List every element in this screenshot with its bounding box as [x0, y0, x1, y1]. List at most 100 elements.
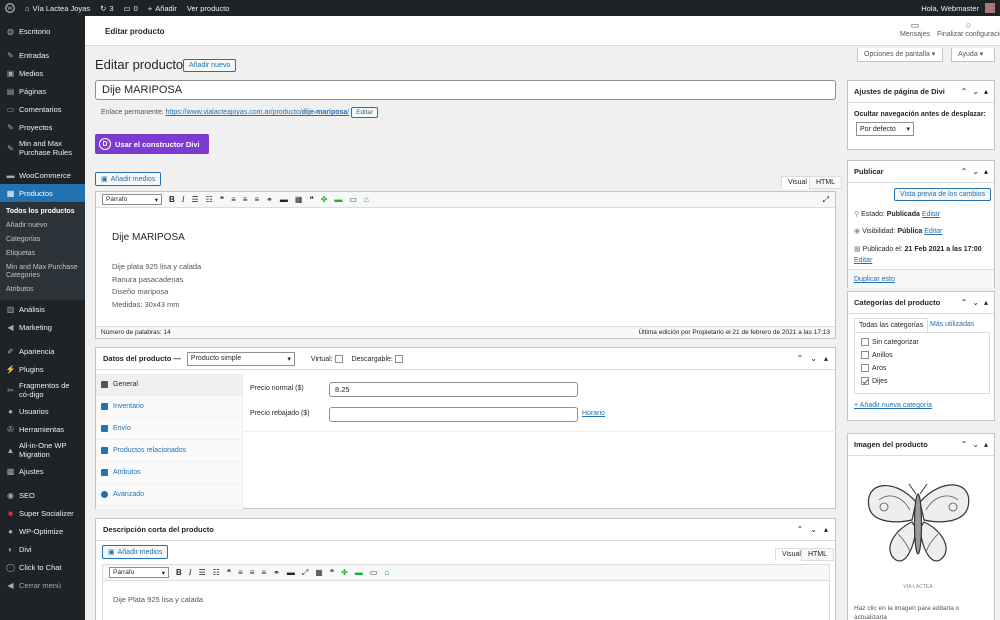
lock-icon[interactable]: ⌂: [384, 568, 389, 577]
sidebar-item-medios[interactable]: ▣ Medios: [0, 64, 85, 82]
tab-avanzado[interactable]: Avanzado: [96, 484, 242, 506]
preview-changes-button[interactable]: Vista previa de los cambios: [894, 188, 992, 201]
divi-builder-button[interactable]: D Usar el constructor Divi: [95, 134, 209, 154]
virtual-checkbox[interactable]: Virtual:: [311, 354, 346, 363]
readmore-icon[interactable]: ▬: [287, 568, 295, 577]
published-edit-link[interactable]: Editar: [854, 257, 872, 264]
quote-icon[interactable]: ❝: [220, 195, 224, 204]
add-media-button[interactable]: ▣ Añadir medios: [95, 172, 162, 186]
sidebar-item-escritorio[interactable]: ◍ Escritorio: [0, 22, 85, 40]
sidebar-item-seo[interactable]: ◉ SEO: [0, 486, 85, 504]
category-item[interactable]: Dijes: [861, 375, 983, 388]
align-right-icon[interactable]: ≡: [261, 568, 266, 577]
product-type-select[interactable]: Producto simple ▾: [186, 351, 295, 366]
sidebar-item-migration[interactable]: ▲ All-in-One WP Migration: [0, 438, 85, 462]
tab-envio[interactable]: Envío: [96, 418, 242, 440]
checkbox[interactable]: [861, 364, 869, 373]
permalink-edit-button[interactable]: Editar: [351, 107, 379, 118]
submenu-item[interactable]: Categorías: [0, 233, 85, 247]
bullet-list-icon[interactable]: ☰: [198, 568, 205, 577]
chevron-down-icon[interactable]: ⌄: [810, 525, 817, 534]
sidebar-item-entradas[interactable]: ✎ Entradas: [0, 46, 85, 64]
chevron-down-icon[interactable]: ⌄: [972, 87, 979, 96]
sidebar-item-apariencia[interactable]: ✐ Apariencia: [0, 342, 85, 360]
checkbox[interactable]: [334, 354, 343, 363]
status-edit-link[interactable]: Editar: [922, 211, 940, 218]
tab-relacionados[interactable]: Productos relacionados: [96, 440, 242, 462]
chevron-up-icon[interactable]: ⌃: [961, 298, 968, 307]
italic-icon[interactable]: I: [182, 195, 185, 204]
sidebar-item-marketing[interactable]: ◀ Marketing: [0, 318, 85, 336]
sidebar-item-divi[interactable]: ◐ Divi: [0, 540, 85, 558]
sidebar-item-proyectos[interactable]: ✎ Proyectos: [0, 118, 85, 136]
messages-button[interactable]: ▭ Mensajes: [900, 20, 930, 38]
align-right-icon[interactable]: ≡: [254, 195, 259, 204]
site-name-link[interactable]: ⌂ Vía Lactea Joyas: [20, 0, 95, 16]
checkbox[interactable]: [861, 351, 869, 360]
toolbar-toggle-icon[interactable]: ▦: [295, 195, 303, 204]
collapse-menu-button[interactable]: ◀ Cerrar menú: [0, 576, 85, 594]
chevron-up-icon[interactable]: ⌃: [797, 525, 804, 534]
submenu-item[interactable]: Añadir nuevo: [0, 219, 85, 233]
account-menu[interactable]: Hola, Webmaster: [916, 0, 1000, 16]
fullscreen-icon[interactable]: ⤢: [823, 195, 829, 205]
product-image[interactable]: VIA-LACTEA: [854, 462, 983, 598]
collapse-icon[interactable]: ▴: [824, 525, 828, 534]
sidebar-item-comentarios[interactable]: ▭ Comentarios: [0, 100, 85, 118]
italic-icon[interactable]: I: [189, 568, 192, 577]
chevron-down-icon[interactable]: ⌄: [810, 354, 817, 363]
add-media-button[interactable]: ▣ Añadir medios: [102, 545, 169, 559]
checkbox[interactable]: [861, 338, 869, 347]
colorful-icon[interactable]: ✤: [321, 195, 328, 204]
submenu-item[interactable]: Atributos: [0, 283, 85, 297]
quote-icon[interactable]: ❝: [227, 568, 231, 577]
tab-most-used[interactable]: Más utilizadas: [930, 321, 974, 328]
downloadable-checkbox[interactable]: Descargable:: [352, 354, 406, 363]
collapse-icon[interactable]: ▴: [824, 354, 828, 363]
screen-options-tab[interactable]: Opciones de pantalla ▾: [857, 48, 943, 62]
chevron-up-icon[interactable]: ⌃: [961, 440, 968, 449]
sidebar-item-min-max[interactable]: ✎ Min and Max Purchase Rules: [0, 136, 85, 160]
tab-atributos[interactable]: Atributos: [96, 462, 242, 484]
view-product-link[interactable]: Ver producto: [182, 0, 235, 16]
sale-price-input[interactable]: [329, 407, 578, 422]
fullscreen-icon[interactable]: ⤢: [302, 568, 308, 578]
category-item[interactable]: Anillos: [861, 349, 983, 362]
highlight-icon[interactable]: ▬: [355, 568, 363, 577]
checkbox[interactable]: [394, 354, 403, 363]
chevron-down-icon[interactable]: ⌄: [972, 167, 979, 176]
schedule-link[interactable]: Horario: [582, 410, 605, 417]
readmore-icon[interactable]: ▬: [280, 195, 288, 204]
collapse-icon[interactable]: ▴: [984, 167, 988, 176]
editor-body[interactable]: Dije MARIPOSA Dije plata 925 lisa y cala…: [96, 208, 835, 311]
align-left-icon[interactable]: ≡: [231, 195, 236, 204]
sidebar-item-wp-optimize[interactable]: ● WP-Optimize: [0, 522, 85, 540]
tab-html[interactable]: HTML: [801, 548, 835, 561]
chevron-down-icon[interactable]: ⌄: [972, 440, 979, 449]
divi-nav-select[interactable]: Por defecto ▾: [856, 122, 914, 136]
sidebar-item-super-socializer[interactable]: ■ Super Socializer: [0, 504, 85, 522]
submenu-item[interactable]: Min and Max Purchase Categories: [0, 261, 85, 283]
numbered-list-icon[interactable]: ☷: [206, 195, 213, 204]
chevron-down-icon[interactable]: ⌄: [972, 298, 979, 307]
align-center-icon[interactable]: ≡: [250, 568, 255, 577]
updates-link[interactable]: ↻ 3: [95, 0, 118, 16]
chevron-up-icon[interactable]: ⌃: [961, 87, 968, 96]
link-icon[interactable]: ⚭: [273, 568, 280, 577]
collapse-icon[interactable]: ▴: [984, 298, 988, 307]
sidebar-item-herramientas[interactable]: ✇ Herramientas: [0, 420, 85, 438]
new-content-link[interactable]: + Añadir: [143, 0, 182, 16]
table-icon[interactable]: ▭: [349, 195, 357, 204]
shortcode-icon[interactable]: ❝: [309, 195, 313, 204]
collapse-icon[interactable]: ▴: [984, 87, 988, 96]
submenu-item[interactable]: Etiquetas: [0, 247, 85, 261]
category-item[interactable]: Sin categorizar: [861, 336, 983, 349]
lock-icon[interactable]: ⌂: [364, 195, 369, 204]
format-select[interactable]: Párrafo ▾: [102, 194, 162, 205]
duplicate-link[interactable]: Duplicar esto: [854, 276, 895, 283]
comments-link[interactable]: ▭ 0: [119, 0, 143, 16]
link-icon[interactable]: ⚭: [266, 195, 273, 204]
sidebar-item-usuarios[interactable]: ● Usuarios: [0, 402, 85, 420]
permalink-link[interactable]: https://www.vialacteajoyas.com.ar/produc…: [166, 109, 350, 116]
help-tab[interactable]: Ayuda ▾: [951, 48, 995, 62]
